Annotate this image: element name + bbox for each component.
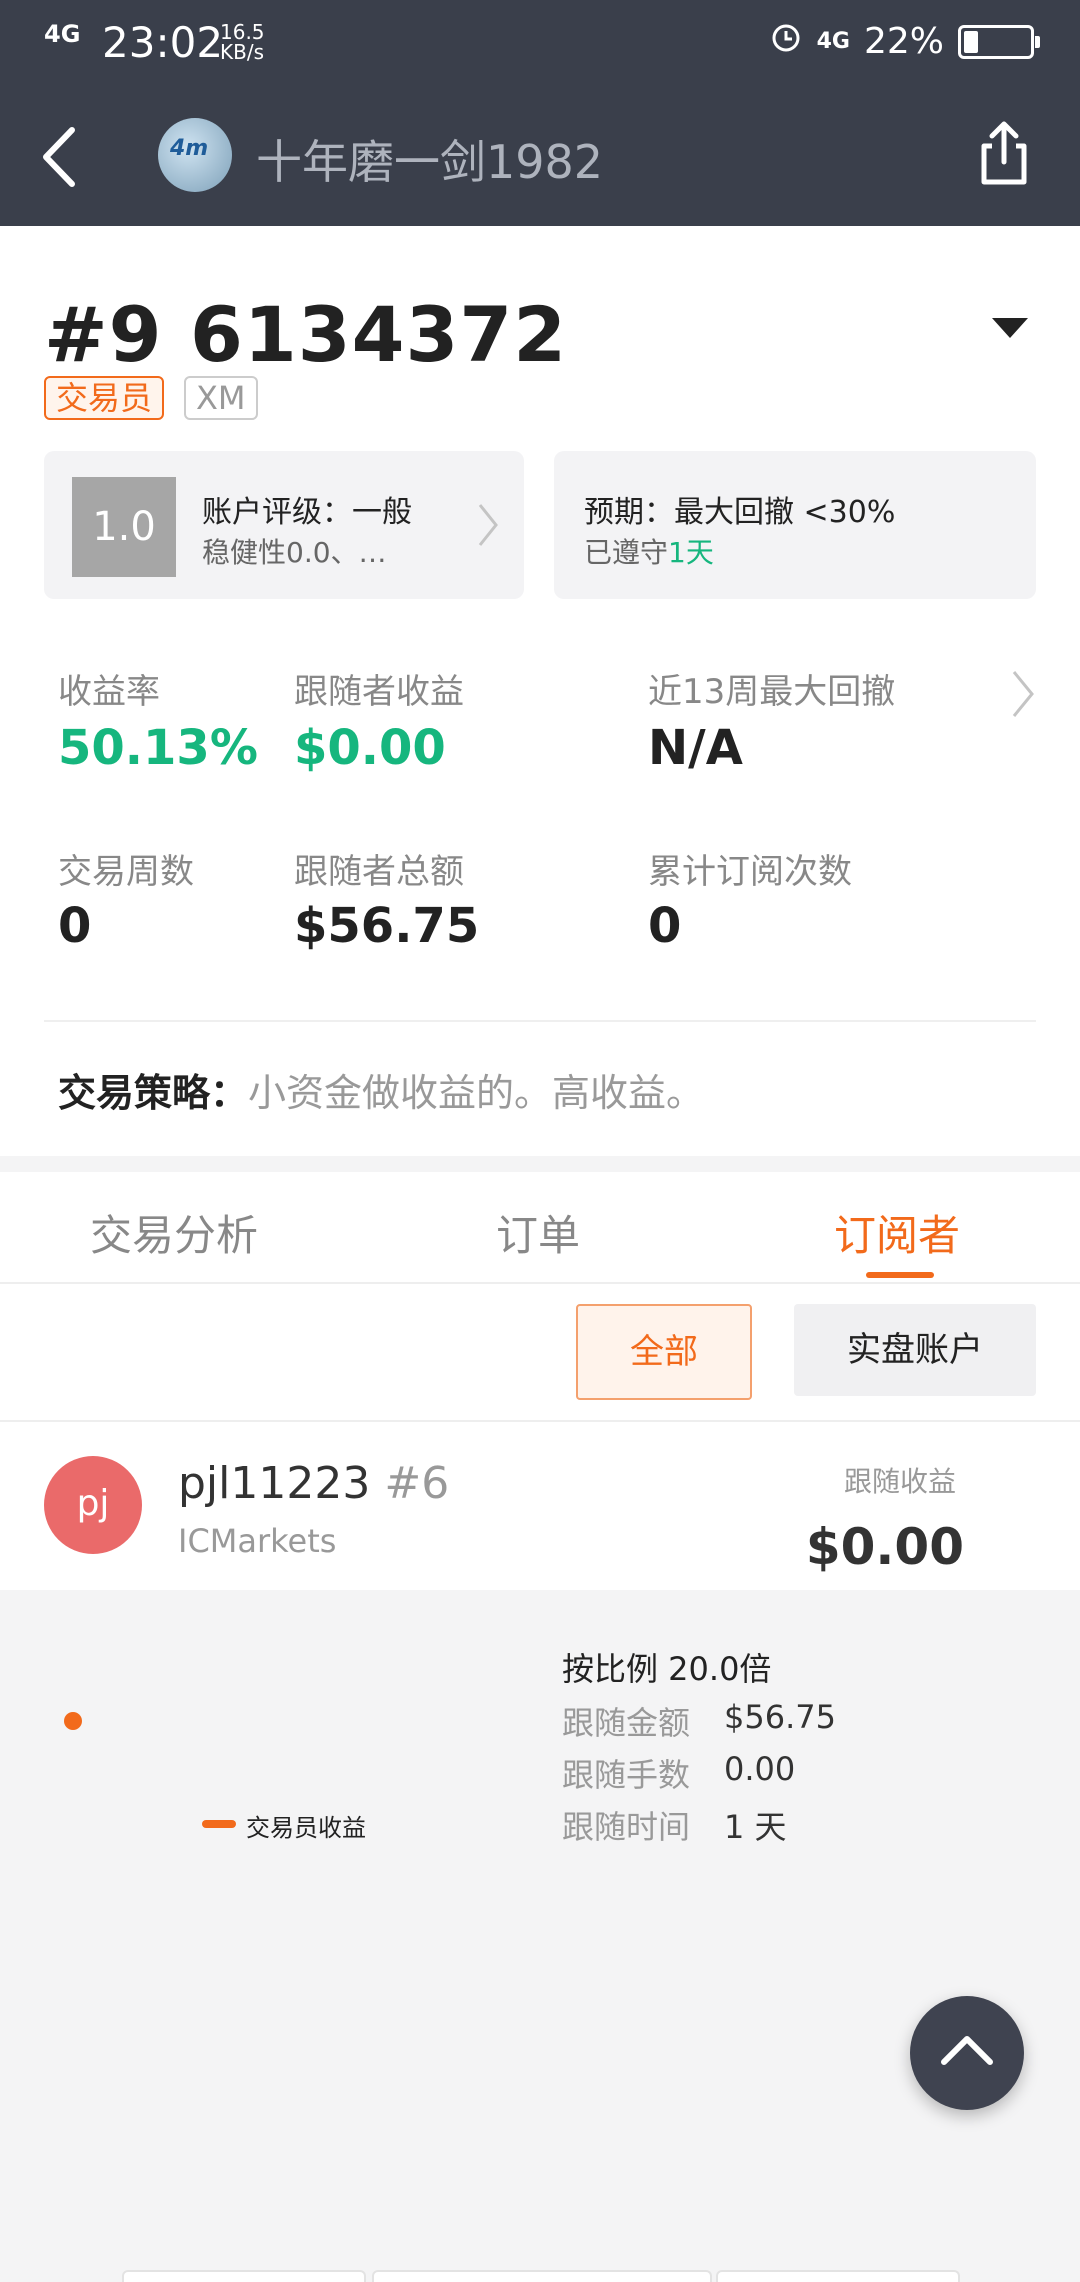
filter-real-account-button[interactable]: 实盘账户 — [794, 1304, 1036, 1396]
expectation-title: 预期：最大回撤 <30% — [584, 495, 896, 530]
filter-bar: 全部 实盘账户 — [0, 1284, 1080, 1422]
follower-total-label: 跟随者总额 — [294, 852, 464, 892]
strategy-text: 小资金做收益的。高收益。 — [248, 1071, 705, 1115]
subscriber-avatar: pj — [44, 1456, 142, 1554]
scroll-to-top-button[interactable] — [910, 1996, 1024, 2110]
battery-percent: 22% — [863, 21, 944, 62]
network-type: 4G — [816, 29, 850, 54]
follow-time-value: 1 天 — [724, 1808, 787, 1846]
follow-profit-value: $0.00 — [805, 1518, 964, 1576]
complied-prefix: 已遵守 — [584, 536, 669, 569]
legend-label: 交易员收益 — [246, 1814, 366, 1842]
subscriptions-value: 0 — [648, 898, 682, 954]
subscriber-detail: 交易员收益 按比例 20.0倍 跟随金额 $56.75 跟随手数 0.00 跟随… — [0, 1590, 1080, 2280]
subscriber-username: pjl11223 — [178, 1458, 371, 1509]
follow-amount-label: 跟随金额 — [562, 1704, 691, 1742]
account-number: #9 6134372 — [44, 290, 568, 379]
drawdown-value: N/A — [648, 720, 743, 776]
chevron-up-icon — [941, 2036, 993, 2065]
strategy-label: 交易策略： — [58, 1071, 249, 1115]
account-dropdown-icon[interactable] — [992, 318, 1028, 338]
strategy-row: 交易策略：小资金做收益的。高收益。 — [58, 1062, 704, 1117]
tab-subscribers[interactable]: 订阅者 — [834, 1202, 960, 1263]
back-button[interactable] — [36, 122, 86, 192]
tab-orders[interactable]: 订单 — [496, 1202, 580, 1263]
avatar-logo-text: 4m — [170, 136, 209, 161]
drawdown-chevron-icon[interactable] — [1010, 668, 1036, 720]
page-title: 十年磨一剑1982 — [256, 135, 604, 189]
drawdown-label: 近13周最大回撤 — [648, 672, 896, 712]
follow-amount-value: $56.75 — [724, 1698, 836, 1736]
follower-total-value: $56.75 — [294, 898, 480, 954]
subscriber-row[interactable]: pj pjl11223 #6 ICMarkets 跟随收益 $0.00 — [0, 1422, 1080, 1590]
share-button[interactable] — [976, 118, 1032, 188]
follower-profit-value: $0.00 — [294, 720, 446, 776]
divider — [44, 1020, 1036, 1022]
follow-lots-value: 0.00 — [724, 1750, 796, 1788]
rating-subtitle: 稳健性0.0、… — [202, 536, 387, 569]
follow-profit-label: 跟随收益 — [843, 1465, 956, 1498]
subscriber-name: pjl11223 #6 — [178, 1458, 449, 1509]
share-icon — [981, 121, 1027, 185]
weeks-value: 0 — [58, 898, 92, 954]
account-rating-box[interactable]: 1.0 账户评级：一般 稳健性0.0、… — [44, 451, 524, 599]
chevron-left-icon — [43, 127, 75, 187]
bottom-tab-hint — [716, 2270, 960, 2282]
yield-label: 收益率 — [58, 672, 160, 712]
status-time: 23:02 — [102, 18, 224, 67]
chevron-right-icon — [478, 504, 498, 546]
yield-value: 50.13% — [58, 720, 258, 776]
subscriber-broker: ICMarkets — [178, 1522, 337, 1560]
speed-unit: KB/s — [220, 40, 264, 64]
active-tab-indicator — [866, 1272, 934, 1278]
top-bar: 4G 23:02 16.5 KB/s 4G 22% 4m 十年磨一剑1982 — [0, 0, 1080, 226]
subscriber-rank: #6 — [384, 1458, 450, 1509]
expectation-box: 预期：最大回撤 <30% 已遵守1天 — [554, 451, 1036, 599]
complied-days: 1天 — [668, 536, 714, 569]
chart-point — [64, 1712, 82, 1730]
signal-indicator: 4G — [44, 20, 81, 48]
legend-swatch — [202, 1820, 236, 1828]
bottom-tab-hint — [122, 2270, 366, 2282]
expectation-status: 已遵守1天 — [584, 531, 714, 571]
broker-tag: XM — [184, 376, 258, 420]
bottom-tab-hint — [372, 2270, 712, 2282]
follow-lots-label: 跟随手数 — [562, 1756, 691, 1794]
follow-ratio: 按比例 20.0倍 — [562, 1650, 772, 1688]
weeks-label: 交易周数 — [58, 852, 194, 892]
filter-all-button[interactable]: 全部 — [576, 1304, 752, 1400]
network-speed: 16.5 KB/s — [220, 22, 265, 62]
tab-trade-analysis[interactable]: 交易分析 — [90, 1202, 258, 1263]
status-right: 4G 22% — [769, 20, 1040, 63]
status-bar: 4G 23:02 16.5 KB/s 4G 22% — [0, 0, 1080, 86]
section-tabs: 交易分析 订单 订阅者 — [0, 1172, 1080, 1284]
alarm-icon — [769, 20, 803, 63]
trader-tag: 交易员 — [44, 376, 165, 420]
account-card: #9 6134372 交易员 XM 1.0 账户评级：一般 稳健性0.0、… 预… — [0, 226, 1080, 1156]
follower-profit-label: 跟随者收益 — [294, 672, 464, 712]
battery-icon — [958, 24, 1040, 59]
subscriptions-label: 累计订阅次数 — [648, 852, 852, 892]
follow-time-label: 跟随时间 — [562, 1808, 691, 1846]
rating-score: 1.0 — [72, 477, 176, 577]
rating-title: 账户评级：一般 — [202, 495, 412, 530]
trader-avatar[interactable]: 4m — [158, 118, 232, 192]
